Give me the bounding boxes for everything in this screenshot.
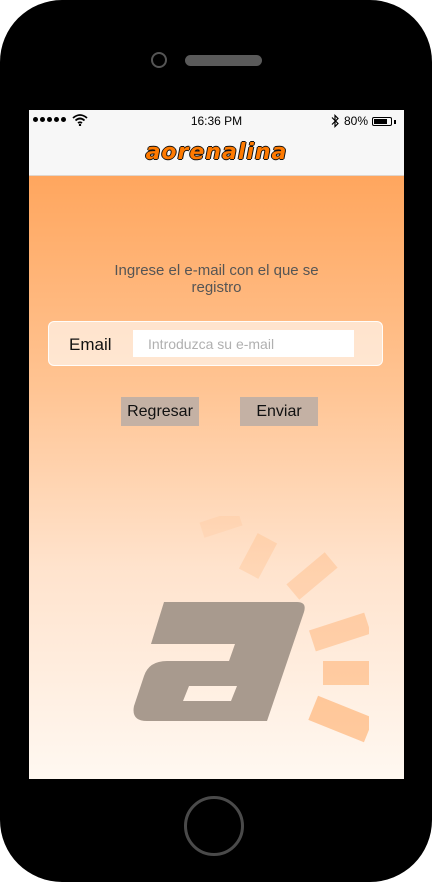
email-form-row: Email [48, 321, 383, 366]
phone-frame: 16:36 PM 80% aorenalina Ingrese el e-mai… [0, 0, 432, 882]
adrenalina-logo-watermark [133, 516, 369, 743]
recover-password-view: Ingrese el e-mail con el que se registro… [29, 176, 404, 779]
battery-tip [394, 120, 396, 124]
home-button[interactable] [184, 796, 244, 856]
send-button[interactable]: Enviar [240, 397, 318, 426]
screen: 16:36 PM 80% aorenalina Ingrese el e-mai… [29, 110, 404, 779]
app-logo: aorenalina [145, 140, 288, 165]
battery-fill [374, 119, 387, 124]
status-bar: 16:36 PM 80% [29, 110, 404, 132]
instruction-text: Ingrese el e-mail con el que se registro [114, 262, 319, 296]
email-label: Email [69, 335, 112, 354]
back-button[interactable]: Regresar [121, 397, 199, 426]
bluetooth-icon [331, 114, 339, 128]
app-header: aorenalina [29, 132, 404, 176]
battery-percentage: 80% [344, 114, 369, 128]
email-input[interactable] [133, 330, 354, 357]
front-camera [151, 52, 167, 68]
battery-icon [372, 117, 392, 126]
earpiece-speaker [185, 55, 262, 66]
